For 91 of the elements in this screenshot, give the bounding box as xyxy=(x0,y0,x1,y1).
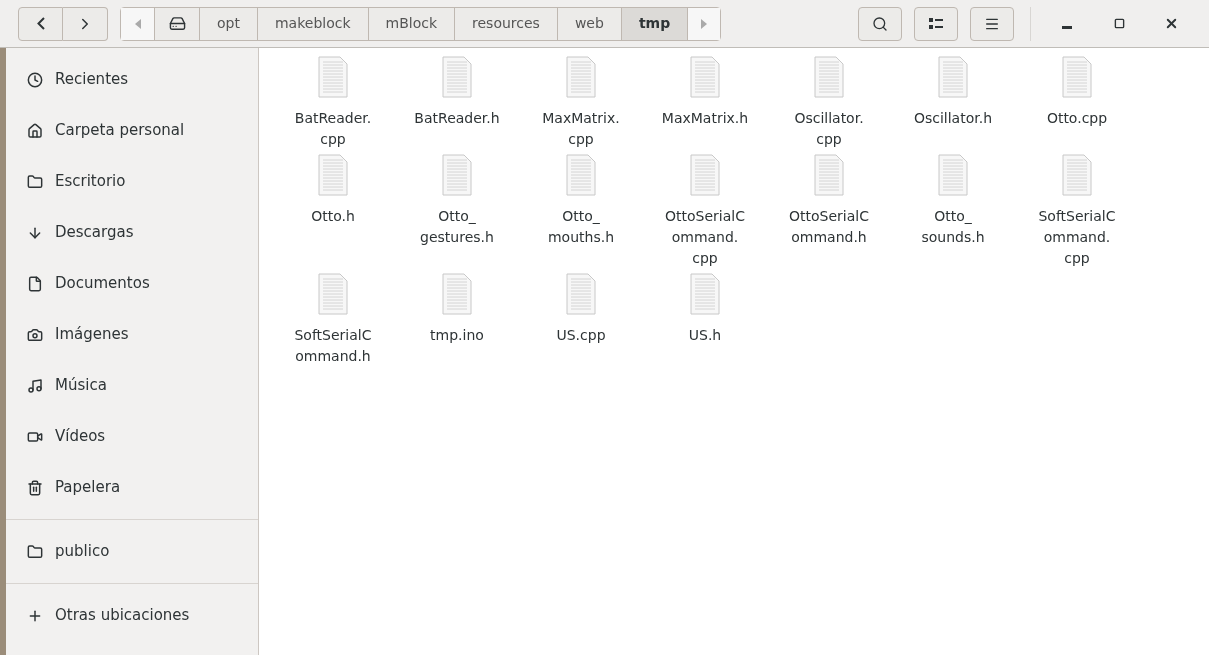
text-file-icon xyxy=(938,154,968,196)
file-item[interactable]: Oscillator.h xyxy=(891,56,1015,150)
text-file-icon xyxy=(814,154,844,196)
sidebar-item[interactable]: Escritorio xyxy=(6,156,258,207)
music-note-icon xyxy=(27,377,43,394)
sidebar-item[interactable]: Descargas xyxy=(6,207,258,258)
file-item[interactable]: tmp.ino xyxy=(395,273,519,367)
file-name: Oscillator. cpp xyxy=(794,109,864,149)
file-item[interactable]: US.cpp xyxy=(519,273,643,367)
file-item[interactable]: OttoSerialC ommand.h xyxy=(767,154,891,269)
maximize-icon xyxy=(1113,18,1125,29)
file-name: MaxMatrix. cpp xyxy=(542,109,620,149)
path-crumb[interactable]: opt xyxy=(199,7,257,40)
file-item[interactable]: SoftSerialC ommand. cpp xyxy=(1015,154,1139,269)
sidebar-item[interactable]: Otras ubicaciones xyxy=(6,590,258,641)
text-file-icon xyxy=(442,154,472,196)
clock-icon xyxy=(27,71,43,88)
text-file-icon xyxy=(318,273,348,315)
sidebar-item[interactable]: Imágenes xyxy=(6,309,258,360)
file-name: SoftSerialC ommand.h xyxy=(294,326,372,366)
trash-icon xyxy=(27,479,43,496)
file-name: tmp.ino xyxy=(430,326,484,345)
file-name: BatReader.h xyxy=(414,109,500,128)
text-file-icon xyxy=(1062,56,1092,98)
file-item[interactable]: Otto_ mouths.h xyxy=(519,154,643,269)
caret-icon xyxy=(134,18,141,29)
file-item[interactable]: Otto_ sounds.h xyxy=(891,154,1015,269)
text-file-icon xyxy=(318,154,348,196)
file-name: BatReader. cpp xyxy=(294,109,372,149)
text-file-icon xyxy=(938,56,968,98)
file-name: OttoSerialC ommand. cpp xyxy=(665,207,745,268)
file-name: Otto.h xyxy=(311,207,355,226)
drive-icon xyxy=(168,15,186,32)
text-file-icon xyxy=(442,273,472,315)
file-item[interactable]: OttoSerialC ommand. cpp xyxy=(643,154,767,269)
file-item[interactable]: MaxMatrix.h xyxy=(643,56,767,150)
text-file-icon xyxy=(1062,154,1092,196)
sidebar-item[interactable]: Música xyxy=(6,360,258,411)
drive-button[interactable] xyxy=(154,7,199,40)
home-icon xyxy=(27,122,43,139)
path-crumb[interactable]: tmp xyxy=(620,7,688,40)
file-name: OttoSerialC ommand.h xyxy=(789,207,869,247)
file-item[interactable]: BatReader. cpp xyxy=(271,56,395,150)
path-crumb[interactable]: mBlock xyxy=(367,7,455,40)
view-toggle-button[interactable] xyxy=(914,6,958,41)
text-file-icon xyxy=(318,56,348,98)
text-file-icon xyxy=(690,154,720,196)
file-item[interactable]: MaxMatrix. cpp xyxy=(519,56,643,150)
text-file-icon xyxy=(690,273,720,315)
file-name: US.h xyxy=(688,326,722,345)
text-file-icon xyxy=(814,56,844,98)
file-name: Oscillator.h xyxy=(913,109,993,128)
caret-icon xyxy=(701,18,708,29)
search-button[interactable] xyxy=(858,6,902,41)
sidebar-item[interactable]: Carpeta personal xyxy=(6,105,258,156)
file-name: Otto.cpp xyxy=(1046,109,1108,128)
minimize-icon xyxy=(1062,26,1072,29)
menu-button[interactable] xyxy=(970,6,1014,41)
file-name: SoftSerialC ommand. cpp xyxy=(1038,207,1116,268)
sidebar-item[interactable]: Vídeos xyxy=(6,411,258,462)
file-item[interactable]: US.h xyxy=(643,273,767,367)
text-file-icon xyxy=(566,154,596,196)
file-name: Otto_ gestures.h xyxy=(420,207,494,247)
file-item[interactable]: Otto_ gestures.h xyxy=(395,154,519,269)
file-item[interactable]: Otto.h xyxy=(271,154,395,269)
file-name: US.cpp xyxy=(556,326,606,345)
file-name: Otto_ sounds.h xyxy=(921,207,985,247)
file-item[interactable]: SoftSerialC ommand.h xyxy=(271,273,395,367)
path-crumb[interactable]: web xyxy=(556,7,621,40)
file-item[interactable]: Oscillator. cpp xyxy=(767,56,891,150)
chevron-left-icon xyxy=(36,17,45,30)
folder-icon xyxy=(27,543,43,560)
search-icon xyxy=(872,15,888,32)
file-name: Otto_ mouths.h xyxy=(547,207,615,247)
sidebar-item[interactable]: publico xyxy=(6,526,258,577)
sidebar-item[interactable]: Recientes xyxy=(6,54,258,105)
camera-icon xyxy=(27,326,43,343)
folder-icon xyxy=(27,173,43,190)
path-crumb[interactable]: makeblock xyxy=(256,7,368,40)
document-icon xyxy=(27,275,43,292)
text-file-icon xyxy=(566,56,596,98)
path-crumb[interactable]: resources xyxy=(454,7,557,40)
text-file-icon xyxy=(690,56,720,98)
text-file-icon xyxy=(442,56,472,98)
file-item[interactable]: Otto.cpp xyxy=(1015,56,1139,150)
text-file-icon xyxy=(566,273,596,315)
file-item[interactable]: BatReader.h xyxy=(395,56,519,150)
sidebar-item[interactable]: Papelera xyxy=(6,462,258,513)
list-view-icon xyxy=(929,17,943,30)
file-name: MaxMatrix.h xyxy=(661,109,749,128)
sidebar-item[interactable]: Documentos xyxy=(6,258,258,309)
